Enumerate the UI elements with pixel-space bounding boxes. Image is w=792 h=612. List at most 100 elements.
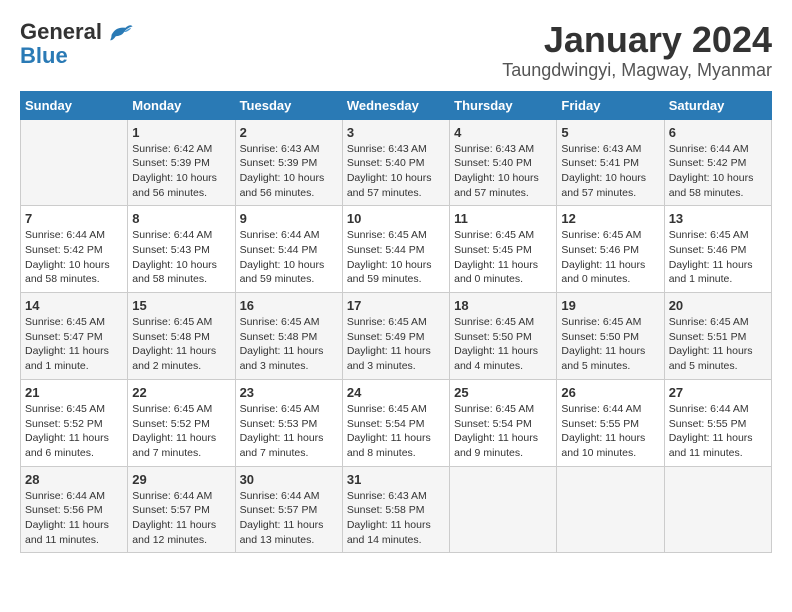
title-section: January 2024 Taungdwingyi, Magway, Myanm…	[502, 20, 772, 81]
table-row: 16Sunrise: 6:45 AMSunset: 5:48 PMDayligh…	[235, 293, 342, 380]
table-row: 6Sunrise: 6:44 AMSunset: 5:42 PMDaylight…	[664, 119, 771, 206]
calendar-week-row: 21Sunrise: 6:45 AMSunset: 5:52 PMDayligh…	[21, 379, 772, 466]
day-number: 21	[25, 385, 123, 400]
table-row: 14 Sunrise: 6:45 AMSunset: 5:47 PMDayligh…	[21, 293, 128, 380]
table-row: 3Sunrise: 6:43 AMSunset: 5:40 PMDaylight…	[342, 119, 449, 206]
table-row: 19Sunrise: 6:45 AMSunset: 5:50 PMDayligh…	[557, 293, 664, 380]
day-number: 27	[669, 385, 767, 400]
day-number: 22	[132, 385, 230, 400]
table-row: 9Sunrise: 6:44 AMSunset: 5:44 PMDaylight…	[235, 206, 342, 293]
table-row: 18Sunrise: 6:45 AMSunset: 5:50 PMDayligh…	[450, 293, 557, 380]
day-info: Sunrise: 6:44 AMSunset: 5:57 PMDaylight:…	[240, 489, 338, 548]
header-tuesday: Tuesday	[235, 91, 342, 119]
day-info: Sunrise: 6:45 AMSunset: 5:44 PMDaylight:…	[347, 228, 445, 287]
day-number: 1	[132, 125, 230, 140]
month-title: January 2024	[502, 20, 772, 60]
logo: General Blue	[20, 20, 134, 68]
table-row: 11 Sunrise: 6:45 AMSunset: 5:45 PMDayligh…	[450, 206, 557, 293]
day-number: 6	[669, 125, 767, 140]
day-info: Sunrise: 6:44 AMSunset: 5:57 PMDaylight:…	[132, 489, 230, 548]
calendar-week-row: 7 Sunrise: 6:44 AMSunset: 5:42 PMDaylight…	[21, 206, 772, 293]
day-number: 17	[347, 298, 445, 313]
table-row: 7 Sunrise: 6:44 AMSunset: 5:42 PMDaylight…	[21, 206, 128, 293]
day-number: 28	[25, 472, 123, 487]
day-info: Sunrise: 6:44 AMSunset: 5:55 PMDaylight:…	[669, 402, 767, 461]
day-info: Sunrise: 6:45 AMSunset: 5:45 PMDaylight:…	[454, 228, 552, 287]
day-info: Sunrise: 6:44 AMSunset: 5:55 PMDaylight:…	[561, 402, 659, 461]
table-row: 21Sunrise: 6:45 AMSunset: 5:52 PMDayligh…	[21, 379, 128, 466]
table-row: 23 Sunrise: 6:45 AMSunset: 5:53 PMDayligh…	[235, 379, 342, 466]
table-row: 20 Sunrise: 6:45 AMSunset: 5:51 PMDayligh…	[664, 293, 771, 380]
day-number: 23	[240, 385, 338, 400]
table-row	[21, 119, 128, 206]
day-info: Sunrise: 6:45 AMSunset: 5:48 PMDaylight:…	[240, 315, 338, 374]
day-number: 7	[25, 211, 123, 226]
day-info: Sunrise: 6:45 AMSunset: 5:46 PMDaylight:…	[561, 228, 659, 287]
table-row: 27 Sunrise: 6:44 AMSunset: 5:55 PMDayligh…	[664, 379, 771, 466]
day-number: 14	[25, 298, 123, 313]
day-number: 8	[132, 211, 230, 226]
header-monday: Monday	[128, 91, 235, 119]
logo-general-text: General	[20, 20, 102, 44]
day-number: 19	[561, 298, 659, 313]
header-thursday: Thursday	[450, 91, 557, 119]
day-number: 30	[240, 472, 338, 487]
day-number: 13	[669, 211, 767, 226]
logo-bird-icon	[106, 20, 134, 44]
table-row: 12Sunrise: 6:45 AMSunset: 5:46 PMDayligh…	[557, 206, 664, 293]
table-row: 31 Sunrise: 6:43 AMSunset: 5:58 PMDayligh…	[342, 466, 449, 553]
day-number: 20	[669, 298, 767, 313]
day-info: Sunrise: 6:45 AMSunset: 5:54 PMDaylight:…	[454, 402, 552, 461]
day-info: Sunrise: 6:45 AMSunset: 5:51 PMDaylight:…	[669, 315, 767, 374]
header-saturday: Saturday	[664, 91, 771, 119]
location-title: Taungdwingyi, Magway, Myanmar	[502, 60, 772, 81]
day-info: Sunrise: 6:43 AMSunset: 5:39 PMDaylight:…	[240, 142, 338, 201]
table-row: 26 Sunrise: 6:44 AMSunset: 5:55 PMDayligh…	[557, 379, 664, 466]
day-number: 25	[454, 385, 552, 400]
table-row: 8 Sunrise: 6:44 AMSunset: 5:43 PMDaylight…	[128, 206, 235, 293]
day-number: 11	[454, 211, 552, 226]
table-row	[664, 466, 771, 553]
day-info: Sunrise: 6:43 AMSunset: 5:40 PMDaylight:…	[454, 142, 552, 201]
day-info: Sunrise: 6:44 AMSunset: 5:44 PMDaylight:…	[240, 228, 338, 287]
table-row: 1Sunrise: 6:42 AMSunset: 5:39 PMDaylight…	[128, 119, 235, 206]
table-row: 24Sunrise: 6:45 AMSunset: 5:54 PMDayligh…	[342, 379, 449, 466]
table-row: 22Sunrise: 6:45 AMSunset: 5:52 PMDayligh…	[128, 379, 235, 466]
header-friday: Friday	[557, 91, 664, 119]
day-info: Sunrise: 6:45 AMSunset: 5:46 PMDaylight:…	[669, 228, 767, 287]
day-number: 26	[561, 385, 659, 400]
table-row: 2 Sunrise: 6:43 AMSunset: 5:39 PMDaylight…	[235, 119, 342, 206]
day-number: 31	[347, 472, 445, 487]
day-info: Sunrise: 6:44 AMSunset: 5:56 PMDaylight:…	[25, 489, 123, 548]
day-number: 2	[240, 125, 338, 140]
table-row: 10 Sunrise: 6:45 AMSunset: 5:44 PMDayligh…	[342, 206, 449, 293]
logo-blue-text: Blue	[20, 44, 68, 68]
table-row: 15 Sunrise: 6:45 AMSunset: 5:48 PMDayligh…	[128, 293, 235, 380]
calendar-table: Sunday Monday Tuesday Wednesday Thursday…	[20, 91, 772, 554]
day-info: Sunrise: 6:45 AMSunset: 5:48 PMDaylight:…	[132, 315, 230, 374]
day-number: 24	[347, 385, 445, 400]
day-info: Sunrise: 6:44 AMSunset: 5:42 PMDaylight:…	[25, 228, 123, 287]
day-info: Sunrise: 6:45 AMSunset: 5:47 PMDaylight:…	[25, 315, 123, 374]
day-info: Sunrise: 6:45 AMSunset: 5:53 PMDaylight:…	[240, 402, 338, 461]
day-number: 18	[454, 298, 552, 313]
day-number: 4	[454, 125, 552, 140]
table-row: 25 Sunrise: 6:45 AMSunset: 5:54 PMDayligh…	[450, 379, 557, 466]
day-number: 3	[347, 125, 445, 140]
day-number: 29	[132, 472, 230, 487]
table-row: 4 Sunrise: 6:43 AMSunset: 5:40 PMDaylight…	[450, 119, 557, 206]
day-info: Sunrise: 6:44 AMSunset: 5:43 PMDaylight:…	[132, 228, 230, 287]
calendar-week-row: 28 Sunrise: 6:44 AMSunset: 5:56 PMDayligh…	[21, 466, 772, 553]
calendar-header-row: Sunday Monday Tuesday Wednesday Thursday…	[21, 91, 772, 119]
day-number: 10	[347, 211, 445, 226]
table-row: 28 Sunrise: 6:44 AMSunset: 5:56 PMDayligh…	[21, 466, 128, 553]
day-info: Sunrise: 6:43 AMSunset: 5:58 PMDaylight:…	[347, 489, 445, 548]
table-row: 30 Sunrise: 6:44 AMSunset: 5:57 PMDayligh…	[235, 466, 342, 553]
day-number: 15	[132, 298, 230, 313]
table-row: 29 Sunrise: 6:44 AMSunset: 5:57 PMDayligh…	[128, 466, 235, 553]
day-info: Sunrise: 6:45 AMSunset: 5:49 PMDaylight:…	[347, 315, 445, 374]
table-row	[450, 466, 557, 553]
table-row: 17 Sunrise: 6:45 AMSunset: 5:49 PMDayligh…	[342, 293, 449, 380]
calendar-week-row: 14 Sunrise: 6:45 AMSunset: 5:47 PMDayligh…	[21, 293, 772, 380]
page-header: General Blue January 2024 Taungdwingyi, …	[20, 20, 772, 81]
